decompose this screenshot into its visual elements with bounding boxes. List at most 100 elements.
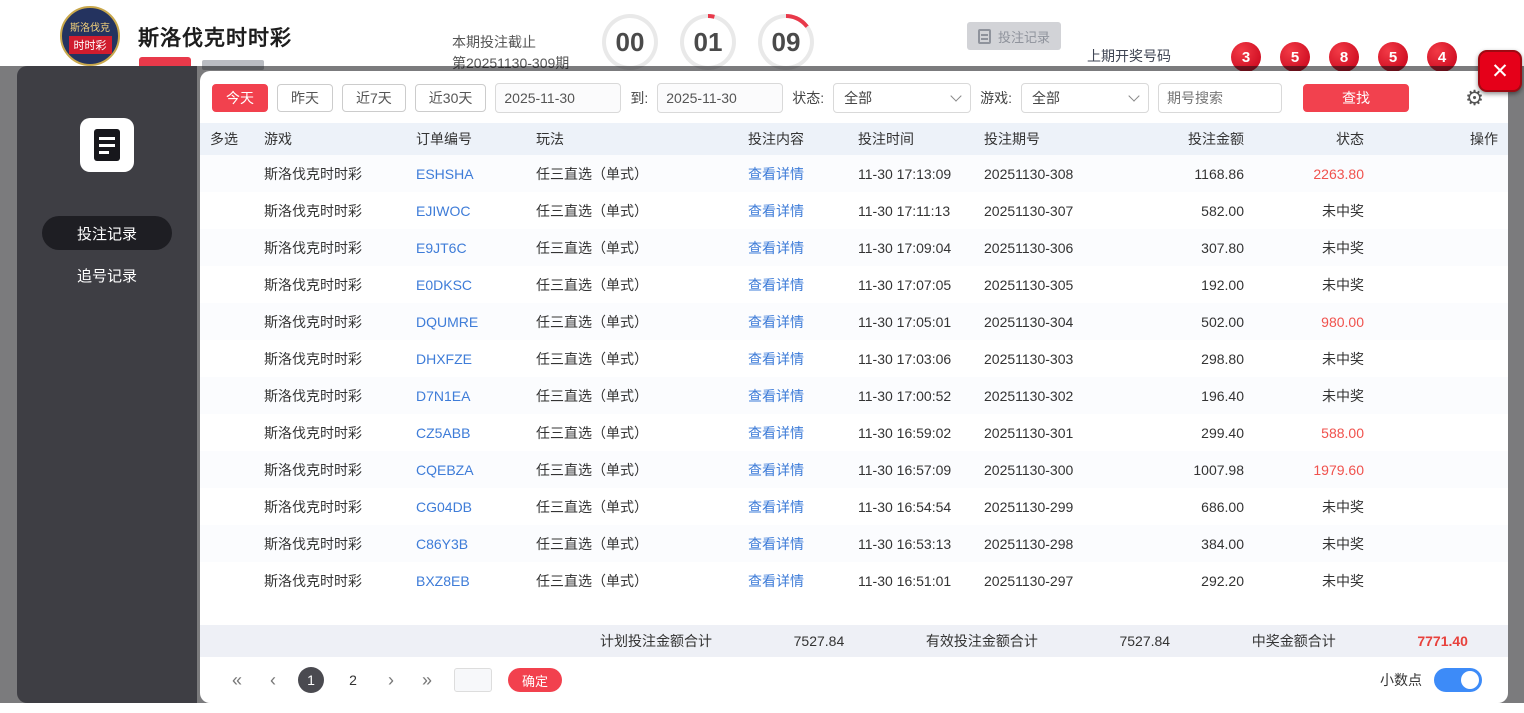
cell-time: 11-30 17:13:09 [858,165,952,182]
cell-game: 斯洛伐克时时彩 [264,572,362,589]
view-details-link[interactable]: 查看详情 [748,386,858,406]
table-row: 斯洛伐克时时彩 BXZ8EB 任三直选（单式） 查看详情 11-30 16:51… [200,562,1508,599]
game-select[interactable]: 全部 [1021,83,1150,113]
page-jump-input[interactable] [454,668,493,692]
bet-records-button-label: 投注记录 [998,29,1051,45]
view-details-link[interactable]: 查看详情 [748,460,858,480]
status-select[interactable]: 全部 [833,83,972,113]
cell-play: 任三直选（单式） [536,165,648,182]
view-details-link[interactable]: 查看详情 [748,571,858,591]
view-details-link[interactable]: 查看详情 [748,275,858,295]
sidebar: 投注记录 追号记录 [17,66,197,703]
bet-records-modal: 今天 昨天 近7天 近30天 到: 状态: 全部 游戏: 全部 查找 ⚙ 多选 … [200,71,1508,703]
cell-period: 20251130-308 [984,165,1074,182]
view-details-link[interactable]: 查看详情 [748,164,858,184]
view-details-link[interactable]: 查看详情 [748,423,858,443]
confirm-page-button[interactable]: 确定 [508,668,563,692]
last-draw-label: 上期开奖号码 [1087,48,1171,64]
range-today-button[interactable]: 今天 [212,84,268,112]
to-label: 到: [630,90,649,106]
cell-status: 未中奖 [1322,276,1364,293]
logo-text-bottom: 时时彩 [68,35,112,54]
sidebar-item-chase-records[interactable]: 追号记录 [42,258,172,292]
order-id-link[interactable]: CZ5ABB [416,425,536,441]
cell-play: 任三直选（单式） [536,313,648,330]
cell-status: 588.00 [1321,424,1364,441]
table-row: 斯洛伐克时时彩 E9JT6C 任三直选（单式） 查看详情 11-30 17:09… [200,229,1508,266]
cell-status: 1979.60 [1313,461,1364,478]
order-id-link[interactable]: BXZ8EB [416,573,536,589]
cell-game: 斯洛伐克时时彩 [264,313,362,330]
bet-records-button[interactable]: 投注记录 [967,22,1062,50]
order-id-link[interactable]: E9JT6C [416,240,536,256]
next-page-button[interactable]: › [382,669,400,692]
cell-amount: 196.40 [1201,387,1244,404]
cell-amount: 582.00 [1201,202,1244,219]
order-id-link[interactable]: DQUMRE [416,314,536,330]
order-id-link[interactable]: C86Y3B [416,536,536,552]
column-header-status: 状态 [1336,131,1364,147]
date-from-input[interactable] [495,83,622,113]
cell-play: 任三直选（单式） [536,239,648,256]
gear-icon[interactable]: ⚙ [1465,88,1484,109]
order-id-link[interactable]: CQEBZA [416,462,536,478]
table-row: 斯洛伐克时时彩 ESHSHA 任三直选（单式） 查看详情 11-30 17:13… [200,155,1508,192]
cell-status: 未中奖 [1322,535,1364,552]
prev-page-button[interactable]: ‹ [264,669,282,692]
countdown-seconds: 09 [762,18,810,66]
cell-game: 斯洛伐克时时彩 [264,498,362,515]
date-to-input[interactable] [657,83,784,113]
sidebar-item-bet-records[interactable]: 投注记录 [42,216,172,250]
view-details-link[interactable]: 查看详情 [748,349,858,369]
status-label: 状态: [792,90,825,106]
game-select-value: 全部 [1032,90,1061,106]
table-row: 斯洛伐克时时彩 CQEBZA 任三直选（单式） 查看详情 11-30 16:57… [200,451,1508,488]
table-row: 斯洛伐克时时彩 D7N1EA 任三直选（单式） 查看详情 11-30 17:00… [200,377,1508,414]
toggle-knob [1461,671,1479,689]
cell-status: 未中奖 [1322,572,1364,589]
view-details-link[interactable]: 查看详情 [748,201,858,221]
order-id-link[interactable]: DHXFZE [416,351,536,367]
period-search-input[interactable] [1158,83,1283,113]
cell-play: 任三直选（单式） [536,202,648,219]
range-7days-button[interactable]: 近7天 [342,84,406,112]
countdown-hours: 00 [606,18,654,66]
cell-amount: 1168.86 [1194,165,1244,182]
cell-status: 980.00 [1321,313,1364,330]
countdown-minutes-ring: 01 [680,14,736,70]
order-id-link[interactable]: E0DKSC [416,277,536,293]
first-page-button[interactable]: « [226,669,248,692]
view-details-link[interactable]: 查看详情 [748,534,858,554]
range-30days-button[interactable]: 近30天 [414,84,487,112]
win-total-label: 中奖金额合计 [1251,633,1336,649]
countdown-timer: 00 01 09 [602,14,814,70]
order-id-link[interactable]: D7N1EA [416,388,536,404]
cell-play: 任三直选（单式） [536,498,648,515]
cell-amount: 502.00 [1201,313,1244,330]
document-icon [978,28,991,44]
page-2-button[interactable]: 2 [340,667,366,693]
cell-status: 未中奖 [1322,387,1364,404]
cell-amount: 307.80 [1201,239,1244,256]
order-id-link[interactable]: CG04DB [416,499,536,515]
decimal-toggle[interactable] [1434,668,1482,692]
order-id-link[interactable]: EJIWOC [416,203,536,219]
view-details-link[interactable]: 查看详情 [748,312,858,332]
column-header-content: 投注内容 [748,131,804,147]
close-button[interactable]: ✕ [1478,50,1522,92]
cell-time: 11-30 17:00:52 [858,387,952,404]
page-1-button[interactable]: 1 [298,667,325,693]
cell-game: 斯洛伐克时时彩 [264,276,362,293]
column-header-time: 投注时间 [858,131,914,147]
chevron-down-icon [950,90,962,102]
range-yesterday-button[interactable]: 昨天 [277,84,333,112]
table-row: 斯洛伐克时时彩 EJIWOC 任三直选（单式） 查看详情 11-30 17:11… [200,192,1508,229]
logo-text-top: 斯洛伐克 [70,22,110,34]
last-page-button[interactable]: » [416,669,438,692]
cell-play: 任三直选（单式） [536,572,648,589]
deadline-label: 本期投注截止 [452,34,536,50]
view-details-link[interactable]: 查看详情 [748,497,858,517]
view-details-link[interactable]: 查看详情 [748,238,858,258]
search-button[interactable]: 查找 [1303,84,1410,112]
order-id-link[interactable]: ESHSHA [416,166,536,182]
